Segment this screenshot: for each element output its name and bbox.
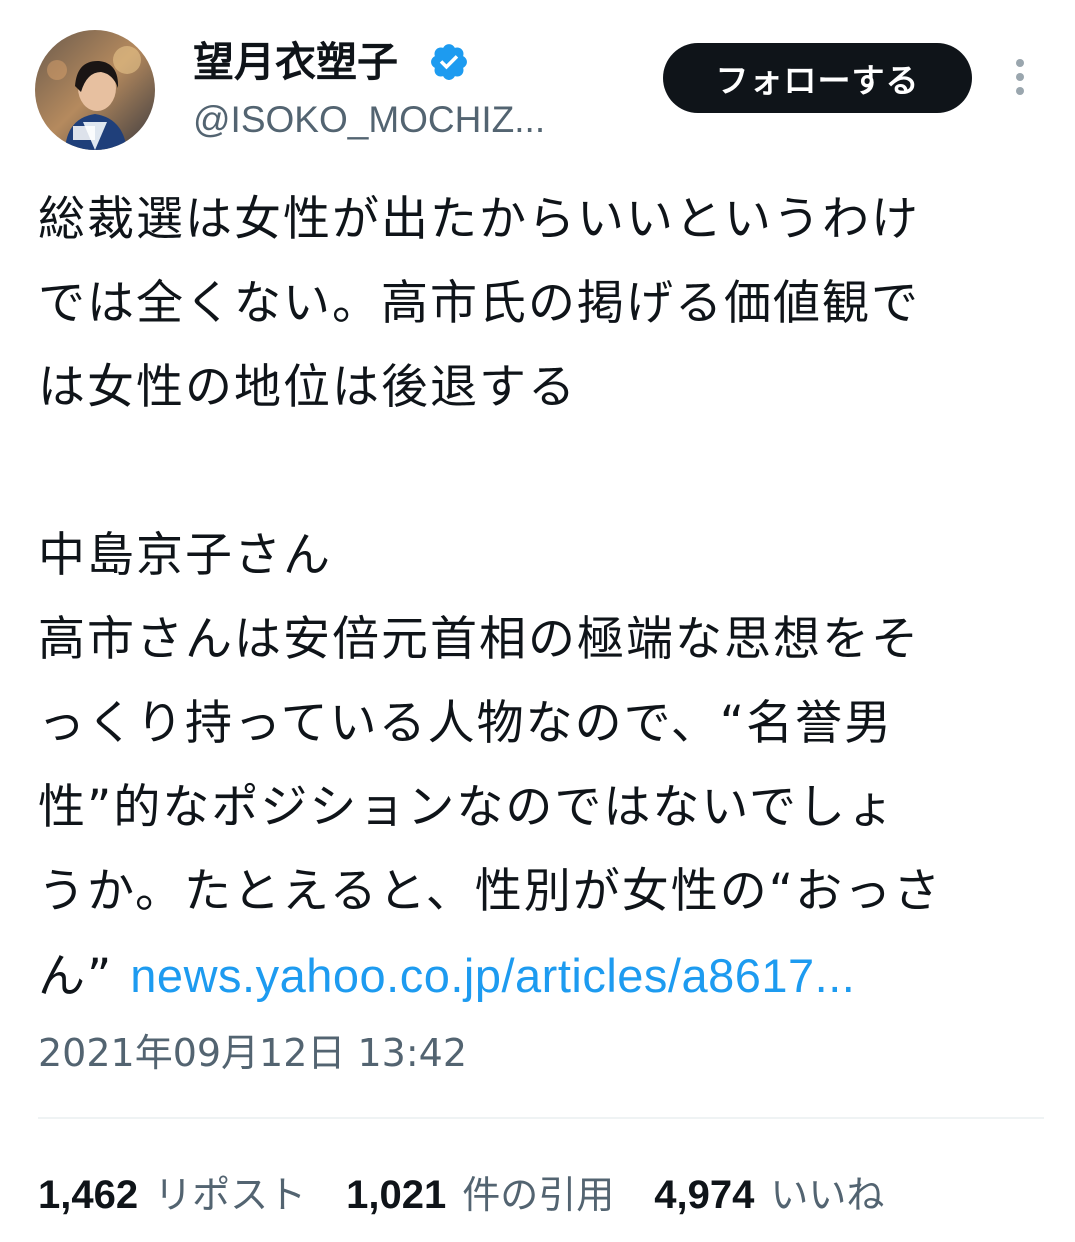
tweet-line: 高市さんは安倍元首相の極端な思想をそ <box>38 612 920 667</box>
tweet-line: っくり持っている人物なので、“名誉男 <box>38 696 894 751</box>
reposts-stat[interactable]: 1,462 リポスト <box>38 1164 306 1219</box>
tweet-line-last: ん” news.yahoo.co.jp/articles/a8617... <box>38 934 1038 1018</box>
author-handle[interactable]: @ISOKO_MOCHIZ... <box>193 96 545 144</box>
avatar[interactable] <box>35 30 155 150</box>
likes-label: いいね <box>770 1172 885 1217</box>
tweet-card: 望月衣塑子 @ISOKO_MOCHIZ... フォローする 総裁選は女性が出たか… <box>0 0 1075 1242</box>
likes-stat[interactable]: 4,974 いいね <box>654 1164 884 1219</box>
tweet-line: 性”的なポジションなのではないでしょ <box>38 780 896 835</box>
quotes-stat[interactable]: 1,021 件の引用 <box>346 1164 614 1219</box>
more-vertical-icon[interactable] <box>1003 55 1037 99</box>
tweet-line: うか。たとえると、性別が女性の“おっさ <box>38 864 943 919</box>
follow-button[interactable]: フォローする <box>663 43 972 113</box>
likes-count: 4,974 <box>654 1172 755 1217</box>
tweet-line: では全くない。高市氏の掲げる価値観で <box>38 276 920 331</box>
divider <box>38 1117 1044 1119</box>
tweet-line: は女性の地位は後退する <box>38 360 577 415</box>
author-name[interactable]: 望月衣塑子 <box>193 36 398 88</box>
article-link[interactable]: news.yahoo.co.jp/articles/a8617... <box>130 949 855 1002</box>
tweet-line-text: ん” <box>38 949 131 1004</box>
tweet-text: 総裁選は女性が出たからいいというわけ では全くない。高市氏の掲げる価値観で は女… <box>38 178 1038 1018</box>
avatar-photo <box>35 30 155 150</box>
tweet-line: 中島京子さん <box>38 528 332 583</box>
quotes-count: 1,021 <box>346 1172 447 1217</box>
reposts-label: リポスト <box>154 1172 307 1217</box>
reposts-count: 1,462 <box>38 1172 139 1217</box>
engagement-stats: 1,462 リポスト 1,021 件の引用 4,974 いいね <box>38 1163 924 1219</box>
timestamp[interactable]: 2021年09月12日 13:42 <box>38 1027 467 1079</box>
tweet-line: 総裁選は女性が出たからいいというわけ <box>38 192 920 247</box>
quotes-label: 件の引用 <box>462 1172 615 1217</box>
verified-badge-icon <box>431 44 467 80</box>
